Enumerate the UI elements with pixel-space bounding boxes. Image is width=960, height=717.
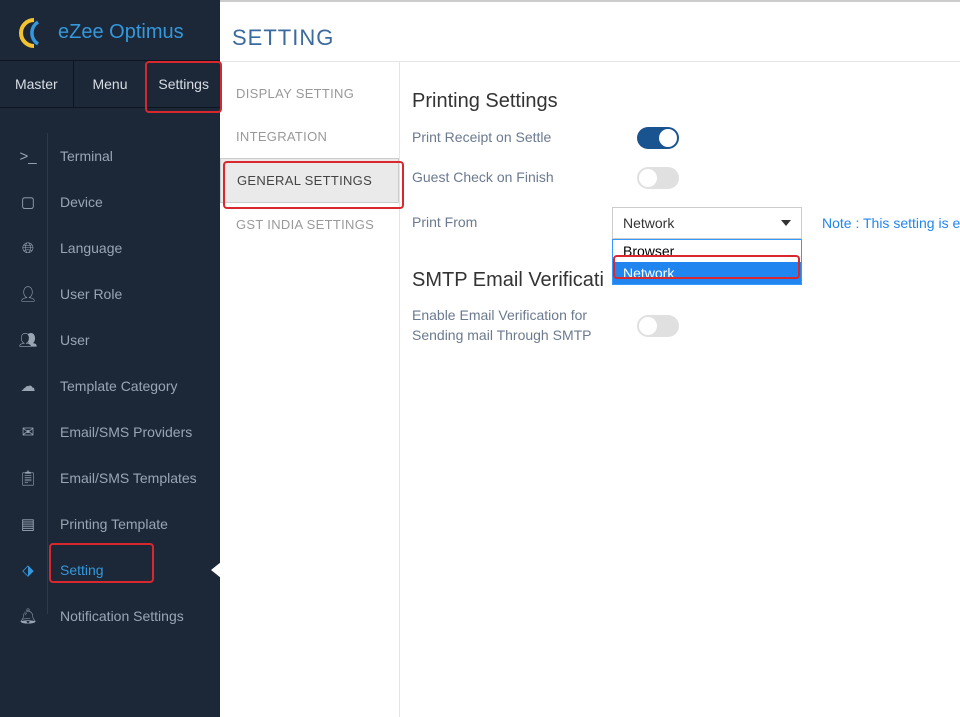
sidebar-item-terminal[interactable]: >_ Terminal bbox=[0, 133, 220, 179]
printing-template-icon: ▤ bbox=[18, 514, 38, 534]
user-role-icon: 👤︎ bbox=[18, 284, 38, 304]
settings-nav-gst[interactable]: GST INDIA SETTINGS bbox=[220, 203, 399, 246]
logo-text: eZee Optimus bbox=[58, 21, 184, 44]
terminal-icon: >_ bbox=[18, 146, 38, 166]
sidebar-item-language[interactable]: 🌐︎ Language bbox=[0, 225, 220, 271]
email-icon: ✉︎ bbox=[18, 422, 38, 442]
sidebar-item-email-sms-providers[interactable]: ✉︎ Email/SMS Providers bbox=[0, 409, 220, 455]
printfrom-label: Print From bbox=[412, 213, 612, 233]
setting-row-receipt: Print Receipt on Settle bbox=[412, 127, 948, 149]
settings-nav-general[interactable]: GENERAL SETTINGS bbox=[220, 158, 399, 203]
toggle-knob-icon bbox=[639, 169, 657, 187]
sidebar-item-printing-template[interactable]: ▤ Printing Template bbox=[0, 501, 220, 547]
user-icon: 👥︎ bbox=[18, 330, 38, 350]
printfrom-dropdown-menu: Browser Network bbox=[612, 239, 802, 285]
top-nav-menu[interactable]: Menu bbox=[74, 61, 148, 107]
guest-label: Guest Check on Finish bbox=[412, 168, 612, 188]
printing-section-title: Printing Settings bbox=[412, 90, 948, 113]
dropdown-option-network[interactable]: Network bbox=[613, 262, 801, 284]
setting-icon: ⬗ bbox=[18, 560, 38, 580]
receipt-label: Print Receipt on Settle bbox=[412, 128, 612, 148]
smtp-enable-label: Enable Email Verification for Sending ma… bbox=[412, 306, 612, 345]
toggle-guest[interactable] bbox=[637, 167, 679, 189]
language-icon: 🌐︎ bbox=[18, 238, 38, 258]
chevron-down-icon bbox=[781, 220, 791, 226]
settings-nav: DISPLAY SETTING INTEGRATION GENERAL SETT… bbox=[220, 62, 400, 717]
dropdown-value: Network bbox=[623, 215, 674, 231]
content-area: DISPLAY SETTING INTEGRATION GENERAL SETT… bbox=[220, 62, 960, 717]
bell-icon: 🔔︎ bbox=[18, 606, 38, 626]
sidebar-list: >_ Terminal ▢ Device 🌐︎ Language 👤︎ User… bbox=[0, 108, 220, 639]
settings-content: Printing Settings Print Receipt on Settl… bbox=[400, 62, 960, 717]
top-nav-master[interactable]: Master bbox=[0, 61, 74, 107]
sidebar-item-notification-settings[interactable]: 🔔︎ Notification Settings bbox=[0, 593, 220, 639]
sidebar-item-device[interactable]: ▢ Device bbox=[0, 179, 220, 225]
note-text: Note : This setting is e bbox=[822, 215, 960, 231]
toggle-smtp[interactable] bbox=[637, 315, 679, 337]
device-icon: ▢ bbox=[18, 192, 38, 212]
toggle-receipt[interactable] bbox=[637, 127, 679, 149]
sidebar-item-setting[interactable]: ⬗ Setting bbox=[0, 547, 220, 593]
sidebar-item-user-role[interactable]: 👤︎ User Role bbox=[0, 271, 220, 317]
printfrom-dropdown-container: Network Browser Network bbox=[612, 207, 802, 239]
setting-row-smtp: Enable Email Verification for Sending ma… bbox=[412, 306, 948, 345]
dropdown-option-browser[interactable]: Browser bbox=[613, 240, 801, 262]
template-category-icon: ☁︎ bbox=[18, 376, 38, 396]
sidebar-item-template-category[interactable]: ☁︎ Template Category bbox=[0, 363, 220, 409]
settings-nav-integration[interactable]: INTEGRATION bbox=[220, 115, 399, 158]
top-nav: Master Menu Settings bbox=[0, 60, 220, 108]
setting-row-guest: Guest Check on Finish bbox=[412, 167, 948, 189]
templates-icon: 📋︎ bbox=[18, 468, 38, 488]
page-title: SETTING bbox=[232, 25, 334, 51]
setting-row-printfrom: Print From Network Browser Network Note … bbox=[412, 207, 948, 239]
sidebar: eZee Optimus Master Menu Settings >_ Ter… bbox=[0, 0, 220, 717]
sidebar-item-email-sms-templates[interactable]: 📋︎ Email/SMS Templates bbox=[0, 455, 220, 501]
logo-area: eZee Optimus bbox=[0, 0, 220, 60]
top-nav-settings[interactable]: Settings bbox=[147, 61, 220, 107]
printfrom-dropdown[interactable]: Network bbox=[612, 207, 802, 239]
sidebar-item-user[interactable]: 👥︎ User bbox=[0, 317, 220, 363]
toggle-knob-icon bbox=[639, 317, 657, 335]
main-header: SETTING bbox=[220, 2, 960, 62]
toggle-knob-icon bbox=[659, 129, 677, 147]
settings-nav-display[interactable]: DISPLAY SETTING bbox=[220, 72, 399, 115]
main-panel: SETTING DISPLAY SETTING INTEGRATION GENE… bbox=[220, 0, 960, 717]
logo-icon bbox=[18, 17, 50, 49]
